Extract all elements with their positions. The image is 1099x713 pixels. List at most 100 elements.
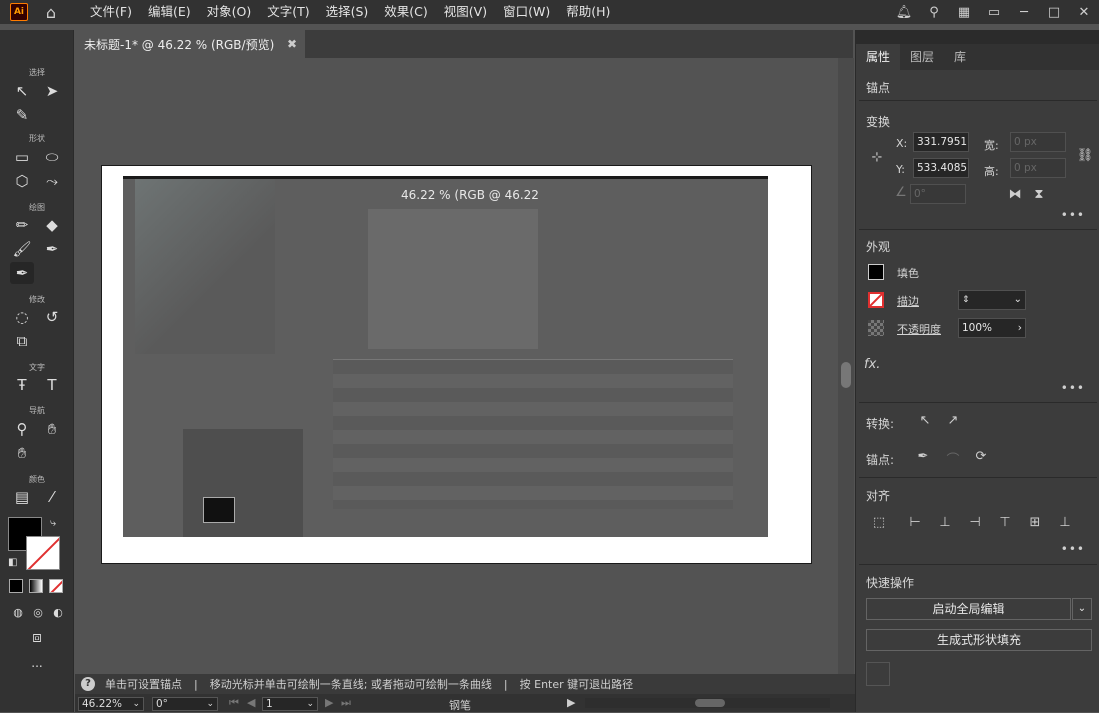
height-input[interactable]: 0 px	[1010, 158, 1066, 178]
polygon-tool-icon[interactable]: ⬡	[10, 170, 34, 192]
edit-toolbar-more[interactable]: ...	[0, 656, 74, 670]
brush-tool-icon[interactable]: 🖌︎	[10, 238, 34, 260]
none-mode-icon[interactable]	[49, 579, 63, 593]
rotate-tool-icon[interactable]: ↺	[40, 306, 64, 328]
rotate-view-field[interactable]: 0° ⌄	[152, 697, 218, 711]
menu-effect[interactable]: 效果(C)	[376, 0, 435, 24]
bell-icon[interactable]: 🔔︎	[889, 5, 919, 20]
zoom-tool-icon[interactable]: ⚲	[10, 418, 34, 440]
next-artboard-icon[interactable]: ▶	[325, 696, 333, 709]
direct-selection-tool-icon[interactable]: ➤	[40, 80, 64, 102]
hand-tool-icon[interactable]: ✋︎	[40, 418, 64, 440]
magic-wand-tool-icon[interactable]: ✎	[10, 104, 34, 126]
stepper-icon[interactable]: ⇕	[962, 291, 970, 309]
anchor-remove-icon[interactable]: ✒	[914, 449, 932, 464]
rectangle-tool-icon[interactable]: ▭	[10, 146, 34, 168]
last-artboard-icon[interactable]: ⏭	[341, 696, 351, 710]
horizontal-scrollbar[interactable]	[585, 698, 830, 708]
blob-brush-tool-icon[interactable]: ✒	[40, 238, 64, 260]
align-bottom-icon[interactable]: ⊥	[1056, 515, 1074, 530]
menu-object[interactable]: 对象(O)	[199, 0, 260, 24]
chevron-down-icon[interactable]: ⌄	[306, 698, 314, 710]
prev-artboard-icon[interactable]: ◀	[247, 696, 255, 709]
type-on-path-tool-icon[interactable]: Ŧ	[10, 374, 34, 396]
convert-smooth-icon[interactable]: ↗	[944, 413, 962, 428]
home-icon[interactable]: ⌂	[40, 3, 62, 22]
menu-select[interactable]: 选择(S)	[318, 0, 377, 24]
search-icon[interactable]: ⚲	[919, 5, 949, 20]
chevron-down-icon[interactable]: ⌄	[1014, 291, 1022, 309]
document-tab[interactable]: 未标题-1* @ 46.22 % (RGB/预览) ✖	[75, 30, 305, 58]
convert-corner-icon[interactable]: ↖	[916, 413, 934, 428]
scroll-thumb[interactable]	[841, 362, 851, 388]
close-tab-icon[interactable]: ✖	[287, 37, 297, 51]
align-more-button[interactable]: •••	[1061, 542, 1085, 556]
rotate-view-tool-icon[interactable]: ✋︎	[10, 442, 34, 464]
stroke-weight-input[interactable]: ⇕ ⌄	[958, 290, 1026, 310]
align-left-icon[interactable]: ⊢	[906, 515, 924, 530]
canvas[interactable]: 46.22 % (RGB @ 46.22	[75, 58, 838, 674]
minimize-button[interactable]: ─	[1009, 5, 1039, 20]
pencil-tool-icon[interactable]: ✏	[10, 214, 34, 236]
artboard-field[interactable]: 1 ⌄	[262, 697, 318, 711]
shape-builder-tool-icon[interactable]: ⧉	[10, 330, 34, 352]
pasted-screenshot-image[interactable]: 46.22 % (RGB @ 46.22	[123, 176, 768, 537]
h-scroll-thumb[interactable]	[695, 699, 725, 707]
vertical-scrollbar[interactable]	[838, 58, 854, 674]
align-hcenter-icon[interactable]: ⊥	[936, 515, 954, 530]
draw-inside-icon[interactable]: ◐	[46, 601, 70, 623]
flip-vertical-icon[interactable]: ⧗	[1030, 187, 1048, 202]
flip-horizontal-icon[interactable]: ⧓	[1006, 187, 1024, 202]
menu-edit[interactable]: 编辑(E)	[140, 0, 199, 24]
first-artboard-icon[interactable]: ⏮	[229, 696, 239, 710]
reference-point-icon[interactable]: ⊹	[868, 150, 886, 165]
menu-file[interactable]: 文件(F)	[82, 0, 140, 24]
selection-tool-icon[interactable]: ↖	[10, 80, 34, 102]
constrain-proportions-icon[interactable]: ⛓	[1076, 148, 1094, 163]
stroke-swatch-panel[interactable]	[868, 292, 884, 308]
appearance-more-button[interactable]: •••	[1061, 381, 1085, 395]
menu-window[interactable]: 窗口(W)	[495, 0, 558, 24]
x-input[interactable]: 331.7951	[913, 132, 969, 152]
stroke-label[interactable]: 描边	[897, 293, 919, 309]
gradient-tool-icon[interactable]: ▤	[10, 486, 34, 508]
eyedropper-tool-icon[interactable]: ⁄	[40, 486, 64, 508]
global-edit-button[interactable]: 启动全局编辑	[866, 598, 1071, 620]
align-vcenter-icon[interactable]: ⊞	[1026, 515, 1044, 530]
menu-type[interactable]: 文字(T)	[259, 0, 317, 24]
help-icon[interactable]: ?	[81, 677, 95, 691]
fx-label[interactable]: fx.	[864, 357, 880, 372]
opacity-input[interactable]: 100% ›	[958, 318, 1026, 338]
default-colors-icon[interactable]: ◧	[8, 557, 17, 568]
stroke-swatch[interactable]	[26, 536, 60, 570]
eraser-tool-icon[interactable]: ◆	[40, 214, 64, 236]
anchor-connect-icon[interactable]: ⟳	[972, 449, 990, 464]
lasso-tool-icon[interactable]: ◌	[10, 306, 34, 328]
y-input[interactable]: 533.4085	[913, 158, 969, 178]
type-tool-icon[interactable]: T	[40, 374, 64, 396]
shaper-tool-icon[interactable]: ⤳	[40, 170, 64, 192]
pen-tool-icon[interactable]: ✒	[10, 262, 34, 284]
maximize-button[interactable]: □	[1039, 5, 1069, 20]
generative-shape-fill-button[interactable]: 生成式形状填充	[866, 629, 1092, 651]
workspace-icon[interactable]: ▭	[979, 5, 1009, 20]
arrange-documents-icon[interactable]: ▦	[949, 5, 979, 20]
align-to-icon[interactable]: ⬚	[870, 515, 888, 530]
chevron-right-icon[interactable]: ›	[1018, 319, 1022, 337]
tab-libraries[interactable]: 库	[944, 44, 976, 70]
align-right-icon[interactable]: ⊣	[966, 515, 984, 530]
swap-colors-icon[interactable]: ⤷	[50, 516, 56, 530]
chevron-down-icon[interactable]: ⌄	[206, 698, 214, 710]
fill-swatch-panel[interactable]	[868, 264, 884, 280]
global-edit-dropdown[interactable]: ⌄	[1072, 598, 1092, 620]
menu-view[interactable]: 视图(V)	[436, 0, 495, 24]
align-top-icon[interactable]: ⊤	[996, 515, 1014, 530]
tab-properties[interactable]: 属性	[856, 44, 901, 70]
angle-input[interactable]: 0°	[910, 184, 966, 204]
menu-help[interactable]: 帮助(H)	[558, 0, 618, 24]
status-menu-icon[interactable]: ▶	[567, 696, 575, 709]
transform-more-button[interactable]: •••	[1061, 208, 1085, 222]
chevron-down-icon[interactable]: ⌄	[132, 698, 140, 710]
gradient-mode-icon[interactable]	[29, 579, 43, 593]
opacity-label[interactable]: 不透明度	[897, 321, 941, 337]
